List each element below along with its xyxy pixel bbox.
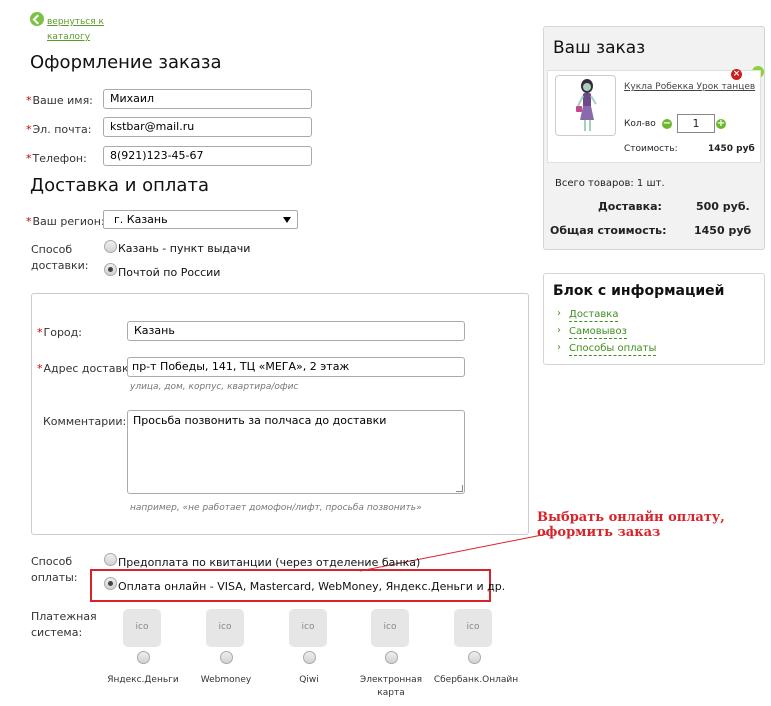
- delivery-pickup-label: Казань - пункт выдачи: [118, 242, 251, 255]
- order-item-name[interactable]: Кукла Робекка Урок танцев: [624, 82, 755, 92]
- payment-method-label: Способ оплаты:: [31, 555, 78, 584]
- comment-label: Комментарии:: [43, 415, 127, 428]
- address-hint: улица, дом, корпус, квартира/офис: [130, 382, 299, 392]
- yandex-money-label: Яндекс.Деньги: [107, 675, 179, 685]
- address-input[interactable]: пр-т Победы, 141, ТЦ «МЕГА», 2 этаж: [127, 357, 465, 377]
- info-link-pickup[interactable]: Самовывоз: [569, 325, 627, 339]
- webmoney-radio[interactable]: [220, 651, 233, 664]
- qty-plus-icon[interactable]: +: [716, 119, 726, 129]
- payment-system-label: Платежная система:: [31, 610, 97, 639]
- info-link-delivery[interactable]: Доставка: [569, 308, 619, 322]
- sberbank-radio[interactable]: [468, 651, 481, 664]
- city-label: *Город:: [37, 326, 82, 339]
- sberbank-label: Сбербанк.Онлайн: [433, 675, 519, 685]
- delivery-method-label: Способ доставки:: [31, 243, 89, 272]
- comment-text: Просьба позвонить за полчаса до доставки: [133, 414, 387, 427]
- order-delivery-value: 500 руб.: [696, 200, 750, 213]
- chevron-right-icon: ›: [557, 308, 561, 319]
- email-label: *Эл. почта:: [26, 123, 92, 136]
- yandex-money-icon: ico: [123, 609, 161, 647]
- name-input[interactable]: Михаил: [103, 89, 312, 109]
- dropdown-arrow-icon: [283, 217, 291, 223]
- sberbank-icon: ico: [454, 609, 492, 647]
- qiwi-icon: ico: [289, 609, 327, 647]
- order-total-label: Общая стоимость:: [550, 224, 667, 237]
- annotation-text: Выбрать онлайн оплату, оформить заказ: [537, 510, 725, 540]
- delivery-post-radio[interactable]: [104, 263, 117, 276]
- back-arrow-icon[interactable]: [30, 12, 44, 26]
- qty-input[interactable]: 1: [677, 114, 715, 133]
- qty-minus-icon[interactable]: −: [662, 119, 672, 129]
- doll-image-icon: [576, 79, 597, 131]
- delivery-title: Доставка и оплата: [30, 175, 209, 196]
- webmoney-label: Webmoney: [200, 675, 252, 685]
- resize-grip-icon[interactable]: [456, 485, 463, 492]
- city-input[interactable]: Казань: [127, 321, 465, 341]
- total-items: Всего товаров: 1 шт.: [555, 178, 665, 189]
- product-thumbnail[interactable]: [555, 75, 616, 136]
- comment-hint: например, «не работает домофон/лифт, про…: [130, 503, 422, 513]
- payment-prepay-label: Предоплата по квитанции (через отделение…: [118, 556, 421, 569]
- qiwi-label: Qiwi: [299, 675, 319, 685]
- payment-online-radio[interactable]: [104, 577, 117, 590]
- payment-prepay-radio[interactable]: [104, 553, 117, 566]
- checkout-title: Оформление заказа: [30, 52, 222, 73]
- item-cost-label: Стоимость:: [624, 144, 678, 154]
- chevron-right-icon: ›: [557, 325, 561, 336]
- delivery-pickup-radio[interactable]: [104, 240, 117, 253]
- order-delivery-label: Доставка:: [598, 200, 662, 213]
- region-select[interactable]: г. Казань: [103, 210, 298, 229]
- region-value: г. Казань: [114, 213, 168, 226]
- email-input[interactable]: kstbar@mail.ru: [103, 117, 312, 137]
- back-to-catalog-link[interactable]: вернуться к каталогу: [47, 15, 117, 45]
- order-total-value: 1450 руб: [694, 224, 752, 237]
- card-radio[interactable]: [385, 651, 398, 664]
- info-title: Блок с информацией: [553, 283, 725, 299]
- comment-textarea[interactable]: Просьба позвонить за полчаса до доставки: [127, 410, 465, 494]
- phone-label: *Телефон:: [26, 152, 87, 165]
- qty-label: Кол-во: [624, 119, 656, 129]
- phone-input[interactable]: 8(921)123-45-67: [103, 146, 312, 166]
- order-title: Ваш заказ: [553, 38, 646, 58]
- webmoney-icon: ico: [206, 609, 244, 647]
- address-label: *Адрес доставки:: [37, 362, 140, 375]
- yandex-money-radio[interactable]: [137, 651, 150, 664]
- item-cost-value: 1450 руб: [708, 144, 755, 154]
- card-label: Электронная карта: [359, 675, 423, 698]
- remove-item-icon[interactable]: ×: [731, 69, 742, 80]
- info-link-payment-methods[interactable]: Способы оплаты: [569, 342, 657, 356]
- qiwi-radio[interactable]: [303, 651, 316, 664]
- region-label: *Ваш регион:: [26, 215, 105, 228]
- chevron-right-icon: ›: [557, 342, 561, 353]
- card-icon: ico: [371, 609, 409, 647]
- delivery-post-label: Почтой по России: [118, 266, 221, 279]
- name-label: *Ваше имя:: [26, 94, 93, 107]
- payment-online-label: Оплата онлайн - VISA, Mastercard, WebMon…: [118, 580, 506, 593]
